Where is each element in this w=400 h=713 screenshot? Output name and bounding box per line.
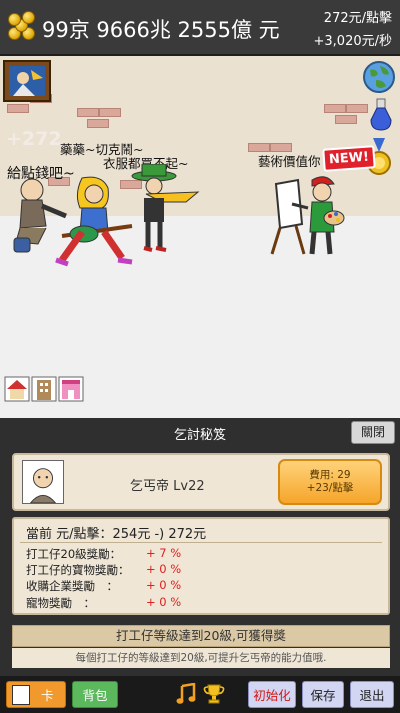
exit-button[interactable]: 退出 xyxy=(350,681,394,708)
stats-box: 當前 元/點擊：254元 -) 272元 打工仔20級獎勵： + 7 % 打工仔… xyxy=(12,517,390,615)
painter-speech: 藝術價值你 xyxy=(258,154,321,169)
globe-icon[interactable] xyxy=(362,60,396,96)
bonus-title: 打工仔等級達到20級,可獲得獎 xyxy=(12,625,390,647)
stat-value: + 0 % xyxy=(146,562,182,576)
wall-portrait-icon[interactable] xyxy=(3,60,51,102)
beggar-avatar xyxy=(22,460,64,504)
wall-brick xyxy=(87,119,109,128)
reset-button[interactable]: 初始化 xyxy=(248,681,296,708)
stat-value: + 0 % xyxy=(146,595,182,609)
panel-title: 乞討秘笈 xyxy=(173,428,226,443)
card-icon xyxy=(12,685,30,705)
stat-value: + 7 % xyxy=(146,546,182,560)
stat-row: 打工仔的寶物獎勵： + 0 % xyxy=(26,562,181,578)
bottom-toolbar: 卡 背包 初始化 保存 退出 xyxy=(0,676,400,713)
upgrade-button[interactable]: 費用: 29 +23/點擊 xyxy=(278,459,382,505)
upgrade-cost: 費用: 29 xyxy=(309,469,351,481)
wall-brick xyxy=(77,108,99,117)
divider xyxy=(20,542,382,543)
building-shop-icon[interactable] xyxy=(31,376,57,402)
painter-character[interactable] xyxy=(268,174,348,260)
wall-brick xyxy=(335,115,357,124)
stat-label: 寵物獎勵 ： xyxy=(26,596,95,610)
music-icon[interactable] xyxy=(176,683,196,705)
wall-brick xyxy=(7,104,29,113)
upgrade-gain: +23/點擊 xyxy=(306,482,354,494)
wall-brick xyxy=(346,104,368,113)
money-total: 99京 9666兆 2555億 元 xyxy=(42,18,280,42)
character-name: 乞丐帝 Lv22 xyxy=(130,479,205,494)
character-card: 乞丐帝 Lv22 費用: 29 +23/點擊 xyxy=(12,453,390,511)
stat-value: + 0 % xyxy=(146,578,182,592)
dancer-character[interactable] xyxy=(128,164,204,254)
stat-row: 收購企業獎勵 ： + 0 % xyxy=(26,578,181,594)
money-per-second: +3,020元/秒 xyxy=(313,34,393,49)
stat-row: 打工仔20級獎勵： + 7 % xyxy=(26,546,181,562)
close-button[interactable]: 關閉 xyxy=(351,421,395,444)
trophy-icon[interactable] xyxy=(203,683,225,705)
stat-label: 收購企業獎勵 ： xyxy=(26,579,118,593)
house-shop-icon[interactable] xyxy=(4,376,30,402)
card-label: 卡 xyxy=(41,688,54,703)
store-shop-icon[interactable] xyxy=(58,376,84,402)
wall-brick xyxy=(99,108,121,117)
game-scene[interactable]: +272 給點錢吧~ 藥藥~切克鬧~ 衣服都買不起~ 藝術價值你 NEW! xyxy=(0,56,400,418)
stat-label: 打工仔20級獎勵： xyxy=(26,547,122,561)
new-badge: NEW! xyxy=(322,145,376,172)
upgrade-panel: 乞討秘笈 關閉 乞丐帝 Lv22 費用: 29 +23/點擊 當前 元/點擊：2… xyxy=(0,418,400,676)
floating-earnings: +272 xyxy=(6,128,62,150)
current-earnings: 當前 元/點擊：254元 -) 272元 xyxy=(26,527,207,542)
card-button[interactable]: 卡 xyxy=(6,681,66,708)
bonus-description: 每個打工仔的等級達到20級,可提升乞丐帝的能力值哦. xyxy=(12,648,390,668)
stat-label: 打工仔的寶物獎勵： xyxy=(26,563,130,577)
money-per-click: 272元/點擊 xyxy=(323,11,392,26)
coin-stack-icon xyxy=(8,11,38,43)
stat-row: 寵物獎勵 ： + 0 % xyxy=(26,595,181,611)
bag-button[interactable]: 背包 xyxy=(72,681,118,708)
wall-brick xyxy=(324,104,346,113)
save-button[interactable]: 保存 xyxy=(302,681,344,708)
money-header: 99京 9666兆 2555億 元 272元/點擊 +3,020元/秒 xyxy=(0,0,400,56)
potion-icon[interactable] xyxy=(368,98,394,132)
